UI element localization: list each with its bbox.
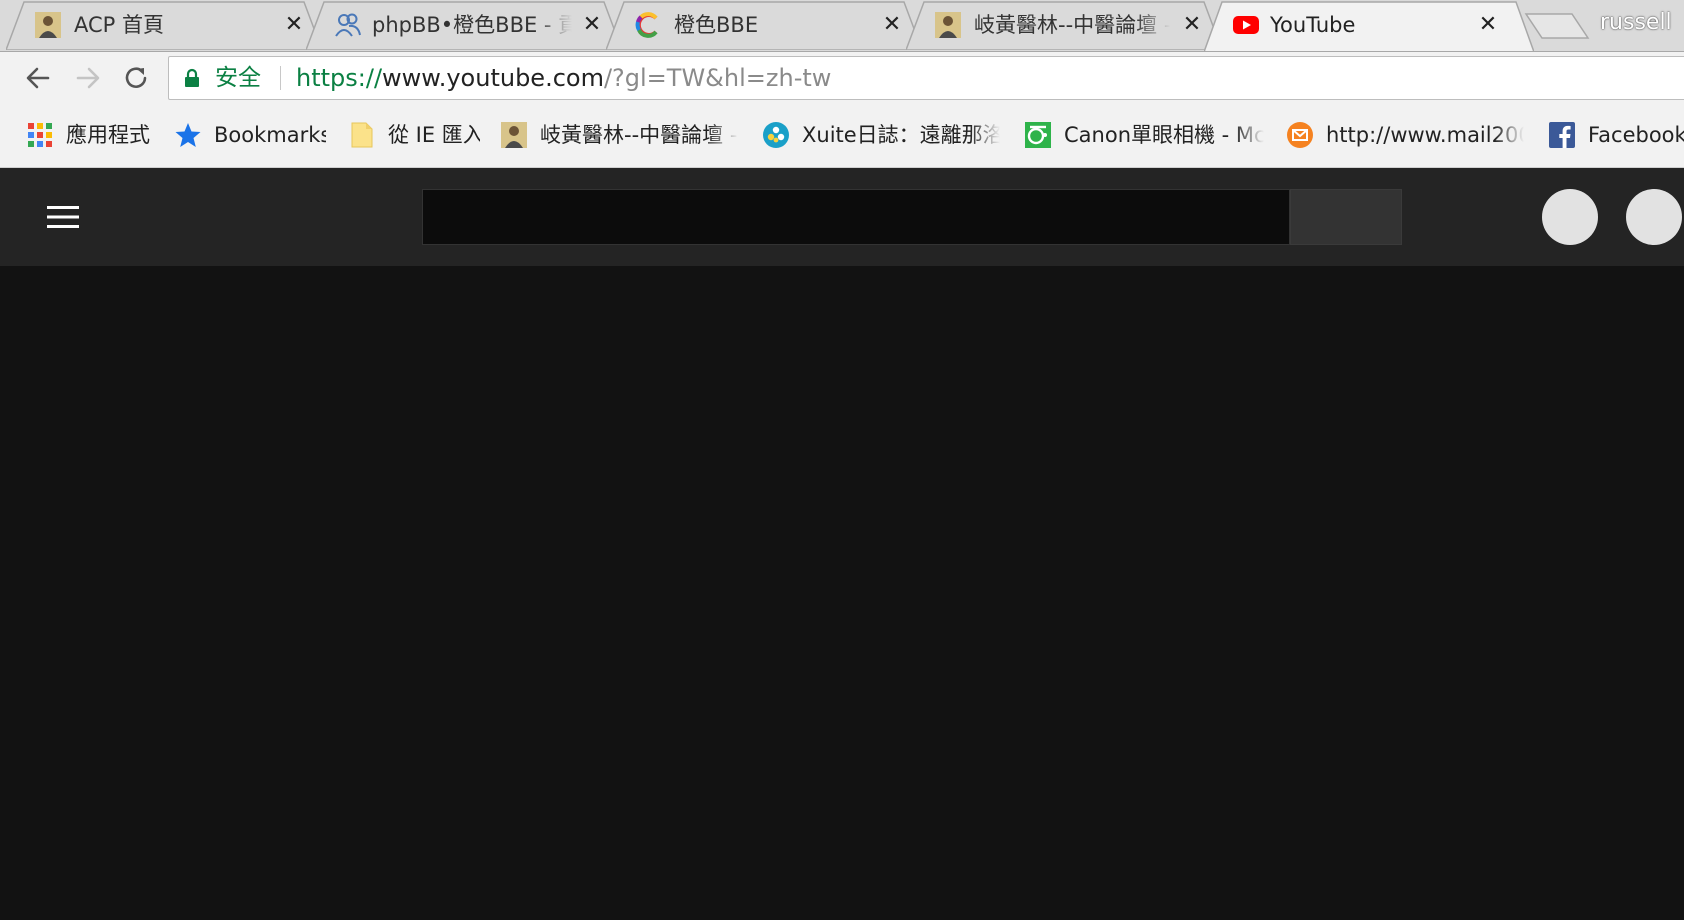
bookmark-xuite[interactable]: Xuite日誌：遠離那洛: [762, 120, 1002, 150]
bookmark-label: Xuite日誌：遠離那洛: [802, 123, 1000, 147]
rainbow-c-icon: [634, 11, 662, 39]
bookmark-bookmarks[interactable]: Bookmarks: [174, 120, 326, 150]
hamburger-icon: [47, 206, 79, 228]
tab-title: ACP 首頁: [74, 13, 164, 37]
bookmark-canon[interactable]: Canon單眼相機 - Mc: [1024, 120, 1264, 150]
profile-name[interactable]: russell: [1600, 8, 1672, 38]
bookmark-facebook[interactable]: Facebook: [1548, 120, 1684, 150]
tab-youtube[interactable]: YouTube ✕: [1204, 0, 1534, 52]
tab-title: 岐黃醫林--中醫論壇 -: [974, 13, 1170, 37]
portrait-icon: [34, 11, 62, 39]
tab-phpbb[interactable]: phpBB•橙色BBE - 貢 ✕: [306, 0, 622, 50]
tab-title: phpBB•橙色BBE - 貢: [372, 13, 572, 37]
bookmarks-bar: 應用程式 Bookmarks 從 IE 匯入 岐黃醫林--中醫論壇 - Xuit…: [0, 104, 1684, 168]
secure-label: 安全: [215, 65, 261, 91]
url-host: www.youtube.com: [382, 64, 604, 92]
close-icon[interactable]: ✕: [880, 13, 904, 37]
tab-orange-bbe[interactable]: 橙色BBE ✕: [606, 0, 922, 50]
youtube-icon: [1232, 11, 1260, 39]
arrow-left-icon: [26, 67, 50, 89]
tab-title: YouTube: [1270, 13, 1356, 37]
page-content: [0, 266, 1684, 920]
portrait-icon: [934, 11, 962, 39]
xuite-icon: [762, 121, 790, 149]
topbar-button-placeholder[interactable]: [1542, 189, 1598, 245]
lock-icon: [183, 68, 201, 88]
forward-button[interactable]: [72, 62, 104, 94]
url-text[interactable]: https://www.youtube.com/?gl=TW&hl=zh-tw: [296, 63, 831, 93]
bookmark-label: Canon單眼相機 - Mc: [1064, 123, 1264, 147]
facebook-icon: [1548, 121, 1576, 149]
bookmark-label: Bookmarks: [214, 123, 326, 147]
reload-icon: [125, 67, 147, 88]
browser-toolbar: 安全 https://www.youtube.com/?gl=TW&hl=zh-…: [0, 52, 1684, 104]
url-scheme: https://: [296, 64, 383, 92]
bookmark-label: 從 IE 匯入: [388, 123, 480, 147]
folder-icon: [348, 121, 376, 149]
url-path: /?gl=TW&hl=zh-tw: [603, 64, 832, 92]
tab-title: 橙色BBE: [674, 13, 759, 37]
bookmark-label: 應用程式: [66, 123, 150, 147]
omnibox-divider: [280, 66, 281, 90]
bookmark-label: http://www.mail2000: [1326, 123, 1524, 147]
search-button[interactable]: [1290, 189, 1402, 245]
canon-icon: [1024, 121, 1052, 149]
new-tab-button[interactable]: [1524, 12, 1590, 40]
portrait-icon: [500, 121, 528, 149]
bookmark-label: Facebook: [1588, 123, 1684, 147]
youtube-masthead: [0, 168, 1684, 266]
close-icon[interactable]: ✕: [1476, 13, 1500, 37]
close-icon[interactable]: ✕: [580, 13, 604, 37]
reload-button[interactable]: [120, 62, 152, 94]
bookmark-ie-import[interactable]: 從 IE 匯入: [348, 120, 480, 150]
guide-menu-button[interactable]: [40, 197, 86, 237]
users-icon: [334, 11, 362, 39]
search-input[interactable]: [422, 189, 1290, 245]
apps-grid-icon: [26, 121, 54, 149]
bookmark-mail2000[interactable]: http://www.mail2000: [1286, 120, 1526, 150]
tab-acp-home[interactable]: ACP 首頁 ✕: [6, 0, 322, 50]
bookmark-label: 岐黃醫林--中醫論壇 -: [540, 123, 738, 147]
back-button[interactable]: [22, 62, 54, 94]
mail-icon: [1286, 121, 1314, 149]
address-bar[interactable]: 安全 https://www.youtube.com/?gl=TW&hl=zh-…: [168, 56, 1684, 100]
star-icon: [174, 121, 202, 149]
tab-tcm-forum[interactable]: 岐黃醫林--中醫論壇 - ✕: [906, 0, 1222, 50]
bookmark-tcm-forum[interactable]: 岐黃醫林--中醫論壇 -: [500, 120, 740, 150]
bookmark-apps[interactable]: 應用程式: [26, 120, 156, 150]
avatar[interactable]: [1626, 189, 1682, 245]
close-icon[interactable]: ✕: [1180, 13, 1204, 37]
arrow-right-icon: [76, 67, 100, 89]
close-icon[interactable]: ✕: [282, 13, 306, 37]
tab-strip: ACP 首頁 ✕ phpBB•橙色BBE - 貢 ✕ 橙色BBE ✕ 岐黃醫林-…: [0, 0, 1684, 52]
